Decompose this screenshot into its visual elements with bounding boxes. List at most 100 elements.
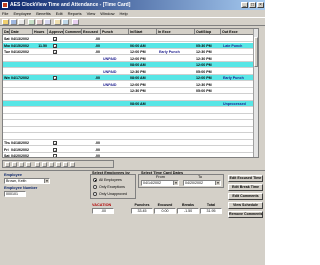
cell-excused[interactable] — [82, 69, 100, 75]
cell-comments[interactable] — [65, 153, 81, 157]
chevron-down-icon[interactable]: ▼ — [44, 179, 49, 183]
cell-out-stop[interactable]: 05:30 PM — [196, 43, 220, 49]
cell-day[interactable] — [4, 108, 10, 114]
cell-date[interactable] — [11, 101, 33, 107]
cell-day[interactable]: Sat — [4, 36, 10, 42]
cell-comments[interactable] — [65, 108, 81, 114]
help-icon[interactable] — [72, 19, 79, 25]
cell-comments[interactable] — [65, 95, 81, 101]
view-schedule-button[interactable]: View Schedule — [228, 202, 263, 209]
scrollbar-thumb[interactable] — [254, 37, 258, 67]
cell-date[interactable]: 04/15/2002 — [11, 43, 33, 49]
cell-in-start[interactable] — [130, 114, 156, 120]
menu-help[interactable]: Help — [119, 10, 127, 17]
cell-hours[interactable]: 11.50 — [33, 43, 47, 49]
cell-out-exce[interactable]: Late Punch — [223, 43, 253, 49]
col-header-out-exce[interactable]: Out Exce — [221, 29, 255, 35]
cell-out-exce[interactable]: Early Punch — [223, 75, 253, 81]
cell-out-stop[interactable] — [196, 101, 220, 107]
cell-excused[interactable]: .00 — [82, 140, 100, 146]
save-icon[interactable] — [10, 19, 17, 25]
cell-excused[interactable] — [82, 114, 100, 120]
cell-excused[interactable] — [82, 95, 100, 101]
cell-punch[interactable] — [103, 114, 128, 120]
open-icon[interactable] — [2, 19, 9, 25]
cell-hours[interactable] — [33, 56, 47, 62]
calendar-dropdown-icon[interactable]: ▼ — [173, 181, 178, 185]
schedule-icon[interactable] — [44, 19, 51, 25]
approved-checkbox[interactable]: ✓ — [53, 43, 57, 48]
col-header-date[interactable]: Date — [10, 29, 33, 35]
cell-hours[interactable] — [33, 108, 47, 114]
cell-in-start[interactable] — [130, 108, 156, 114]
cell-in-exce[interactable] — [159, 114, 194, 120]
cell-out-stop[interactable]: 12:00 PM — [196, 62, 220, 68]
cell-punch[interactable]: UNPAID — [103, 69, 128, 75]
to-date-field[interactable]: 04/20/2002 ▼ — [183, 180, 221, 186]
cell-excused[interactable] — [82, 88, 100, 94]
cell-comments[interactable] — [65, 147, 81, 153]
cell-punch[interactable] — [103, 36, 128, 42]
cell-out-stop[interactable] — [196, 121, 220, 127]
cell-in-start[interactable]: 12:00 PM — [130, 56, 156, 62]
edit-excused-time-button[interactable]: Edit Excused Time — [228, 175, 263, 182]
cell-day[interactable]: Wed — [4, 75, 10, 81]
cell-excused[interactable]: .00 — [82, 153, 100, 157]
col-header-in-start[interactable]: In/Start — [129, 29, 157, 35]
cell-day[interactable] — [4, 95, 10, 101]
cell-excused[interactable]: .00 — [82, 43, 100, 49]
cell-excused[interactable]: .00 — [82, 147, 100, 153]
approved-checkbox[interactable]: ✓ — [53, 141, 57, 146]
cell-out-exce[interactable] — [223, 108, 253, 114]
cell-out-exce[interactable] — [223, 147, 253, 153]
menu-employee[interactable]: Employee — [13, 10, 31, 17]
cell-in-start[interactable]: 08:00 AM — [130, 62, 156, 68]
cell-date[interactable] — [11, 121, 33, 127]
cell-excused[interactable]: .00 — [82, 36, 100, 42]
table-row[interactable]: Sat 04/20/2002 ✓ .00 — [3, 153, 258, 157]
cell-date[interactable] — [11, 88, 33, 94]
cell-in-start[interactable] — [130, 36, 156, 42]
minimize-button[interactable]: _ — [241, 2, 248, 8]
close-button[interactable]: × — [257, 2, 264, 8]
table-row[interactable]: Tue 04/16/2002 ✓ .00 12:00 PM Early Punch 12:3… — [3, 49, 258, 55]
table-row[interactable] — [3, 114, 258, 120]
edit-record-icon[interactable] — [49, 162, 54, 167]
approved-checkbox[interactable]: ✓ — [53, 50, 57, 55]
cell-hours[interactable] — [33, 49, 47, 55]
cell-hours[interactable] — [33, 114, 47, 120]
cell-in-exce[interactable] — [159, 62, 194, 68]
cell-date[interactable] — [11, 127, 33, 133]
cell-hours[interactable] — [33, 101, 47, 107]
cell-in-exce[interactable] — [159, 153, 194, 157]
cell-comments[interactable] — [65, 134, 81, 140]
radio-only-exceptions[interactable] — [93, 185, 97, 189]
cell-out-stop[interactable]: 05:00 PM — [196, 88, 220, 94]
cell-out-exce[interactable] — [223, 121, 253, 127]
cell-in-exce[interactable] — [159, 82, 194, 88]
cell-day[interactable]: Mon — [4, 43, 10, 49]
cell-comments[interactable] — [65, 101, 81, 107]
refresh-record-icon[interactable] — [70, 162, 75, 167]
cell-punch[interactable]: UNPAID — [103, 82, 128, 88]
cell-punch[interactable] — [103, 88, 128, 94]
approved-checkbox[interactable]: ✓ — [53, 147, 57, 152]
table-row[interactable]: 08:00 AM 12:00 PM — [3, 62, 258, 68]
cell-day[interactable] — [4, 127, 10, 133]
cell-hours[interactable] — [33, 134, 47, 140]
from-date-field[interactable]: 04/14/2002 ▼ — [141, 180, 179, 186]
cell-in-exce[interactable] — [159, 121, 194, 127]
remove-comments-button[interactable]: Remove Comments — [228, 211, 263, 218]
cell-in-start[interactable]: 08:00 AM — [130, 101, 156, 107]
table-row[interactable] — [3, 108, 258, 114]
col-header-approved[interactable]: Approved — [48, 29, 64, 35]
edit-comments-button[interactable]: Edit Comments — [228, 193, 263, 200]
cell-out-stop[interactable]: 12:30 PM — [196, 56, 220, 62]
cell-hours[interactable] — [33, 88, 47, 94]
cell-punch[interactable] — [103, 43, 128, 49]
cell-in-exce[interactable] — [159, 75, 194, 81]
table-row[interactable] — [3, 95, 258, 101]
cell-comments[interactable] — [65, 49, 81, 55]
cell-out-stop[interactable] — [196, 114, 220, 120]
cell-comments[interactable] — [65, 140, 81, 146]
